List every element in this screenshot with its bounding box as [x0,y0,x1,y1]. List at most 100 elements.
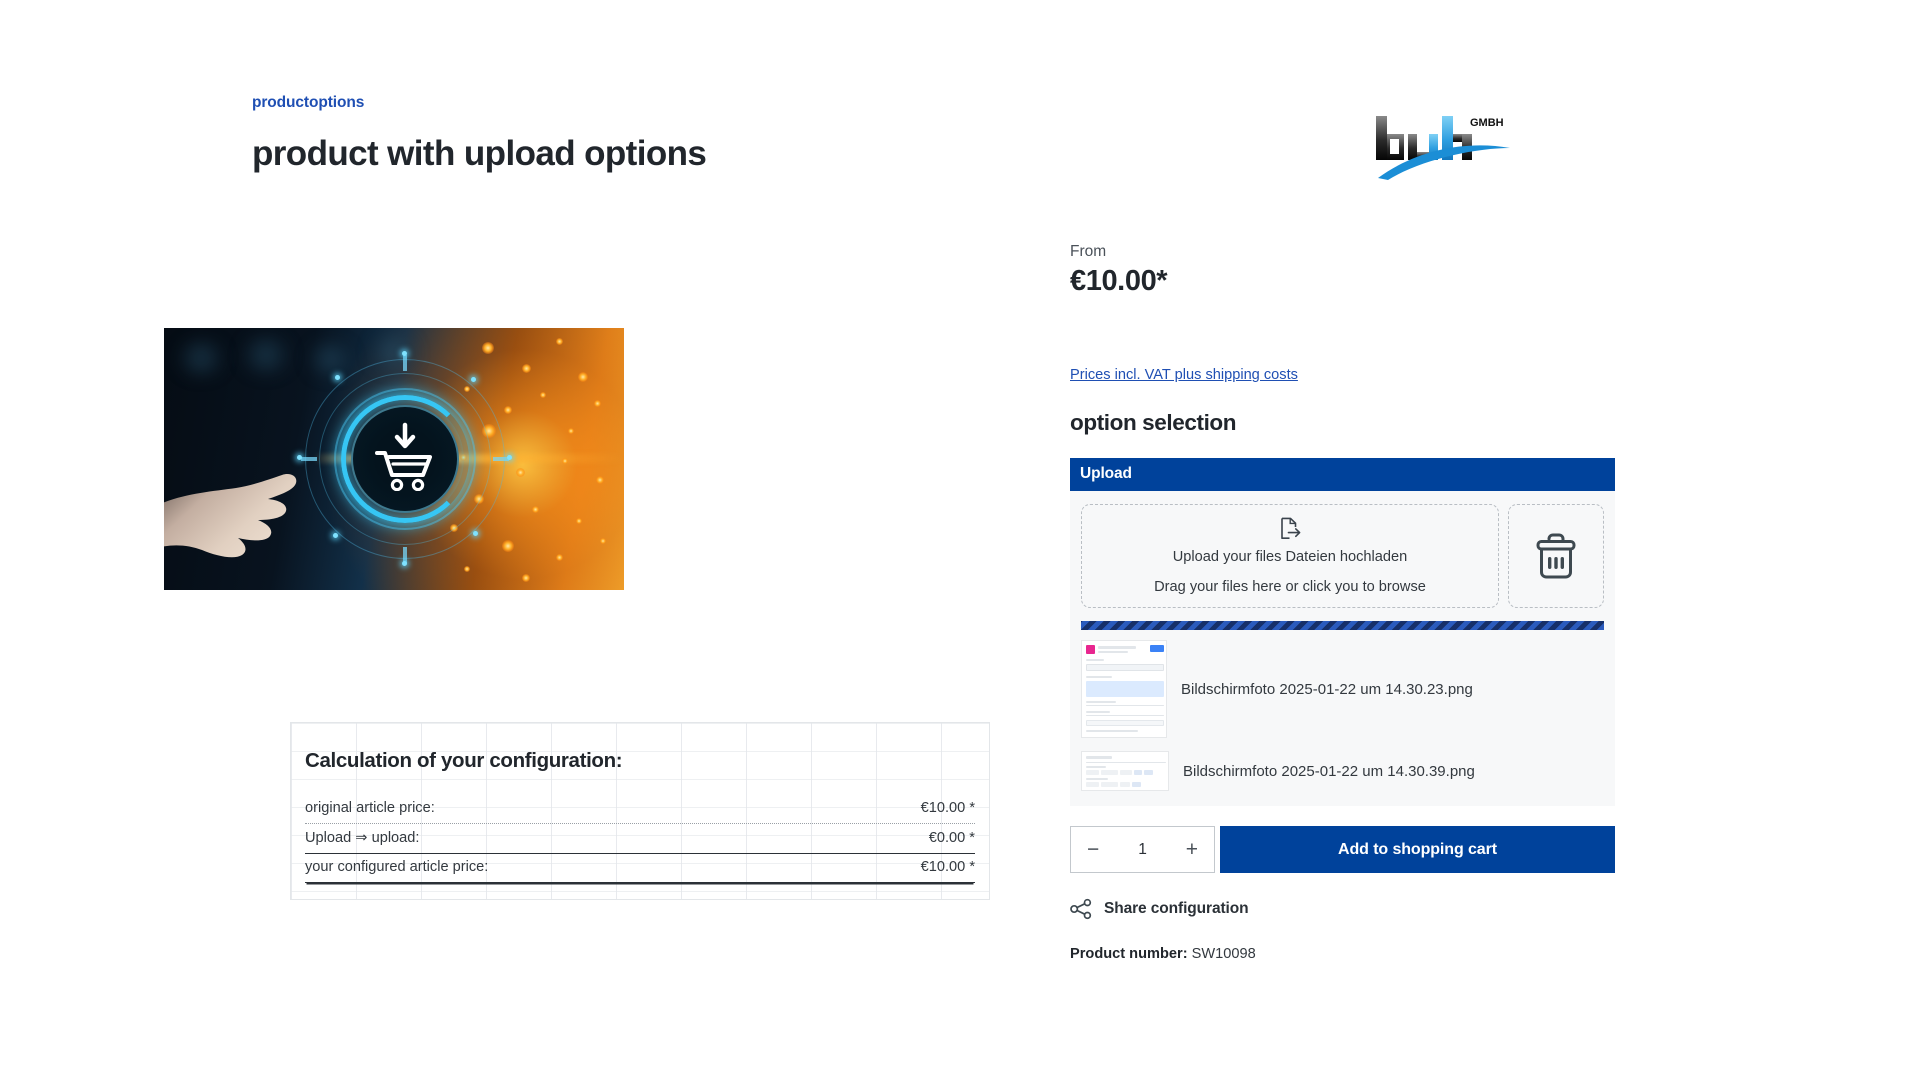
upload-body: Upload your files Dateien hochladen Drag… [1070,491,1615,608]
table-row: original article price: €10.00 * [305,795,975,824]
ring-tick [403,355,407,371]
share-nodes-icon [1070,898,1092,920]
glow-dot [578,372,588,382]
file-export-icon [1281,517,1301,539]
calc-row-value: €0.00 * [928,830,975,846]
thumb-shape [1086,711,1110,713]
quantity-decrement-button[interactable]: − [1087,839,1099,860]
thumb-shape [1150,645,1164,652]
thumb-shape [1120,782,1130,787]
thumb-shape [1086,766,1106,768]
price-amount: €10.00* [1070,265,1168,297]
glow-dot [522,574,530,582]
purchase-controls: − 1 + Add to shopping cart [1070,826,1615,873]
glow-dot [556,338,563,345]
vat-shipping-link[interactable]: Prices incl. VAT plus shipping costs [1070,367,1298,383]
glow-dot [516,468,525,477]
upload-progress-bar [1081,621,1604,630]
table-row: your configured article price: €10.00 * [305,854,975,883]
thumb-shape [1086,756,1112,759]
page-title: product with upload options [252,134,707,173]
uploaded-file-list: Bildschirmfoto 2025-01-22 um 14.30.23.pn… [1070,630,1615,806]
glow-dot [562,458,568,464]
calc-row-value: €10.00 * [920,859,975,875]
thumb-shape [1086,659,1104,661]
bokeh-blob [172,338,230,378]
thumb-shape [1086,681,1164,697]
product-image-canvas [164,328,624,590]
brand-logo[interactable]: GMBH [1370,110,1530,182]
bokeh-blob [236,334,296,376]
glow-dot [532,506,539,513]
glow-dot [556,554,563,561]
thumb-shape [1120,770,1132,775]
glow-dot [568,428,574,434]
add-to-cart-button[interactable]: Add to shopping cart [1220,826,1615,873]
list-item[interactable]: Bildschirmfoto 2025-01-22 um 14.30.39.pn… [1081,738,1604,794]
file-dropzone[interactable]: Upload your files Dateien hochladen Drag… [1081,504,1499,608]
file-name: Bildschirmfoto 2025-01-22 um 14.30.39.pn… [1183,762,1475,780]
glow-dot [594,400,601,407]
thumb-shape [1086,705,1164,707]
thumb-shape [1098,646,1136,649]
list-item[interactable]: Bildschirmfoto 2025-01-22 um 14.30.23.pn… [1081,638,1604,738]
glow-dot [596,476,604,484]
product-number-value: SW10098 [1191,946,1256,962]
ring-node [507,455,512,460]
table-row: Upload ⇒ upload: €0.00 * [305,824,975,854]
left-column: productoptions product with upload optio… [252,0,1012,173]
calculation-panel: Calculation of your configuration: origi… [290,722,990,900]
glow-dot [540,392,546,398]
upload-panel: Upload Upload your files Dateien hochlad… [1070,458,1615,806]
trash-icon [1536,533,1576,579]
glow-dot [482,342,494,354]
delete-files-dropzone[interactable] [1508,504,1604,608]
ring-node [402,561,407,566]
thumb-shape [1086,645,1095,654]
quantity-stepper[interactable]: − 1 + [1070,826,1215,873]
option-selection-title: option selection [1070,410,1237,435]
thumb-shape [1086,770,1099,775]
thumb-shape [1086,782,1099,787]
calc-row-label: Upload ⇒ upload: [305,830,420,846]
thumb-shape [1086,778,1108,780]
thumb-shape [1134,770,1142,775]
thumb-shape [1086,720,1164,726]
shopping-cart-download-icon [375,422,432,491]
thumb-shape [1101,782,1118,787]
thumb-shape [1086,664,1164,671]
glow-dot [600,538,606,544]
calc-row-value: €10.00 * [920,800,975,816]
thumb-shape [1101,770,1118,775]
glow-dot [576,518,582,524]
pointing-hand [164,474,297,558]
product-number: Product number: SW10098 [1070,946,1256,962]
thumb-shape [1144,770,1153,775]
buh-gmbh-logo-icon: GMBH [1376,116,1510,180]
calc-row-label: your configured article price: [305,859,489,875]
thumb-shape [1132,782,1141,787]
share-configuration-label: Share configuration [1104,900,1249,917]
upload-group-header: Upload [1070,458,1615,491]
thumb-shape [1086,715,1164,717]
quantity-value[interactable]: 1 [1138,841,1147,859]
calc-row-label: original article price: [305,800,435,816]
ring-node [335,375,340,380]
product-detail-page: productoptions product with upload optio… [0,0,1920,1080]
quantity-increment-button[interactable]: + [1186,839,1198,860]
breadcrumb[interactable]: productoptions [252,94,1012,112]
thumb-shape [1086,701,1116,703]
file-thumbnail [1081,751,1169,791]
svg-text:GMBH: GMBH [1470,117,1504,129]
ring-node [402,351,407,356]
thumb-shape [1086,762,1166,764]
thumb-shape [1098,650,1128,653]
glow-dot [504,406,512,414]
file-thumbnail [1081,640,1167,738]
ring-node [471,377,476,382]
share-configuration-row[interactable]: Share configuration [1070,898,1249,920]
thumb-shape [1086,676,1112,679]
product-number-label: Product number: [1070,946,1188,962]
thumb-shape [1086,730,1138,732]
product-image[interactable] [164,328,624,590]
